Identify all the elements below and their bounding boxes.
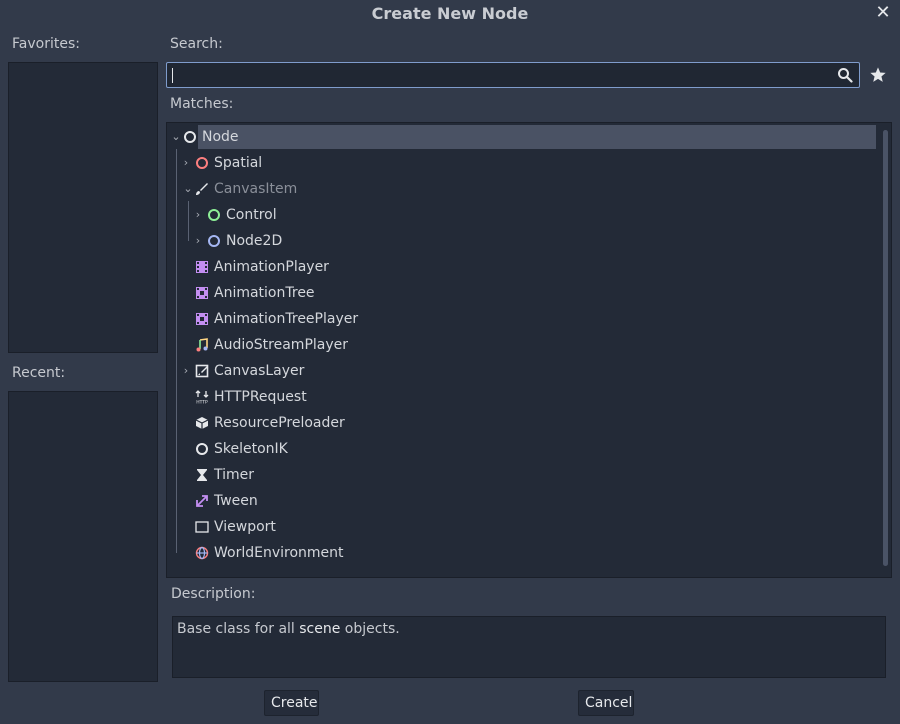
tree-item-spatial[interactable]: › Spatial: [180, 151, 870, 175]
tree-item-httprequest[interactable]: HTTP HTTPRequest: [180, 385, 870, 409]
chevron-down-icon[interactable]: ⌄: [182, 177, 194, 201]
tree-item-audiostreamplayer[interactable]: AudioStreamPlayer: [180, 333, 870, 357]
world-environment-icon: [195, 546, 209, 560]
tree-item-viewport[interactable]: Viewport: [180, 515, 870, 539]
tree-item-label: Control: [226, 207, 277, 223]
recent-label: Recent:: [12, 365, 66, 381]
cancel-button[interactable]: Cancel: [578, 690, 634, 716]
favorites-list[interactable]: [8, 62, 158, 353]
animation-player-icon: [196, 261, 208, 273]
node-circle-icon: [184, 131, 196, 143]
tree-item-label: Node: [202, 129, 239, 145]
control-circle-icon: [208, 209, 220, 221]
close-icon[interactable]: ✕: [872, 2, 894, 24]
skeleton-ik-icon: [196, 443, 208, 455]
description-box: Base class for all scene objects.: [172, 616, 886, 678]
description-highlight: scene: [299, 621, 341, 637]
tree-item-label: Timer: [214, 467, 255, 483]
tree-item-label: ResourcePreloader: [214, 415, 345, 431]
chevron-right-icon[interactable]: ›: [192, 203, 204, 227]
tree-item-node2d[interactable]: › Node2D: [192, 229, 872, 253]
tree-item-label: Tween: [214, 493, 258, 509]
tree-item-label: AudioStreamPlayer: [214, 337, 349, 353]
tree-item-node[interactable]: Node: [198, 125, 876, 149]
audio-stream-player-icon: [196, 338, 208, 352]
tree-item-label: Spatial: [214, 155, 263, 171]
chevron-down-icon[interactable]: ⌄: [170, 125, 182, 149]
tree-item-timer[interactable]: Timer: [180, 463, 870, 487]
tree-item-tween[interactable]: Tween: [180, 489, 870, 513]
tree-item-resourcepreloader[interactable]: ResourcePreloader: [180, 411, 870, 435]
tree-item-control[interactable]: › Control: [192, 203, 872, 227]
http-request-icon: HTTP: [195, 390, 209, 404]
tree-item-label: AnimationTree: [214, 285, 315, 301]
tree-item-canvasitem[interactable]: ⌄ CanvasItem: [180, 177, 870, 201]
resource-preloader-icon: [195, 417, 209, 429]
tree-item-skeletonik[interactable]: SkeletonIK: [180, 437, 870, 461]
tree-item-label: Node2D: [226, 233, 283, 249]
tree-guide-root: [176, 149, 177, 553]
canvas-item-brush-icon: [196, 183, 208, 195]
favorite-star-icon[interactable]: [869, 66, 887, 84]
spatial-circle-icon: [196, 157, 208, 169]
tree-item-label: AnimationPlayer: [214, 259, 329, 275]
tree-item-animationtreeplayer[interactable]: AnimationTreePlayer: [180, 307, 870, 331]
viewport-icon: [195, 521, 209, 533]
tree-item-label: WorldEnvironment: [214, 545, 344, 561]
tree-item-label: CanvasItem: [214, 181, 298, 197]
search-icon[interactable]: [837, 67, 853, 83]
tree-item-label: CanvasLayer: [214, 363, 305, 379]
search-field[interactable]: [166, 62, 860, 88]
animation-tree-icon: [196, 287, 208, 299]
tree-scrollbar[interactable]: [883, 130, 888, 566]
tree-item-label: AnimationTreePlayer: [214, 311, 359, 327]
chevron-right-icon[interactable]: ›: [180, 359, 192, 383]
text-caret: [172, 68, 173, 83]
node2d-circle-icon: [208, 235, 220, 247]
create-button[interactable]: Create: [264, 690, 319, 716]
tree-guide-canvasitem: [188, 201, 189, 241]
animation-tree-player-icon: [196, 313, 208, 325]
scrollbar-thumb[interactable]: [883, 130, 888, 566]
description-text: Base class for all: [177, 621, 300, 637]
tween-icon: [196, 495, 208, 507]
tree-item-worldenvironment[interactable]: WorldEnvironment: [180, 541, 870, 565]
chevron-right-icon[interactable]: ›: [192, 229, 204, 253]
search-label: Search:: [170, 36, 223, 52]
canvas-layer-icon: [195, 364, 209, 378]
recent-list[interactable]: [8, 391, 158, 682]
tree-item-label: Viewport: [214, 519, 276, 535]
tree-item-animationtree[interactable]: AnimationTree: [180, 281, 870, 305]
description-label: Description:: [171, 586, 256, 602]
timer-hourglass-icon: [197, 469, 207, 481]
svg-text:HTTP: HTTP: [196, 400, 208, 405]
search-input[interactable]: [167, 63, 859, 87]
dialog-title: Create New Node: [371, 4, 529, 23]
favorites-label: Favorites:: [12, 36, 80, 52]
description-text-end: objects.: [340, 621, 400, 637]
tree-item-label: HTTPRequest: [214, 389, 307, 405]
chevron-right-icon[interactable]: ›: [180, 151, 192, 175]
tree-item-label: SkeletonIK: [214, 441, 288, 457]
tree-item-animationplayer[interactable]: AnimationPlayer: [180, 255, 870, 279]
tree-item-canvaslayer[interactable]: › CanvasLayer: [180, 359, 870, 383]
matches-label: Matches:: [170, 96, 234, 112]
